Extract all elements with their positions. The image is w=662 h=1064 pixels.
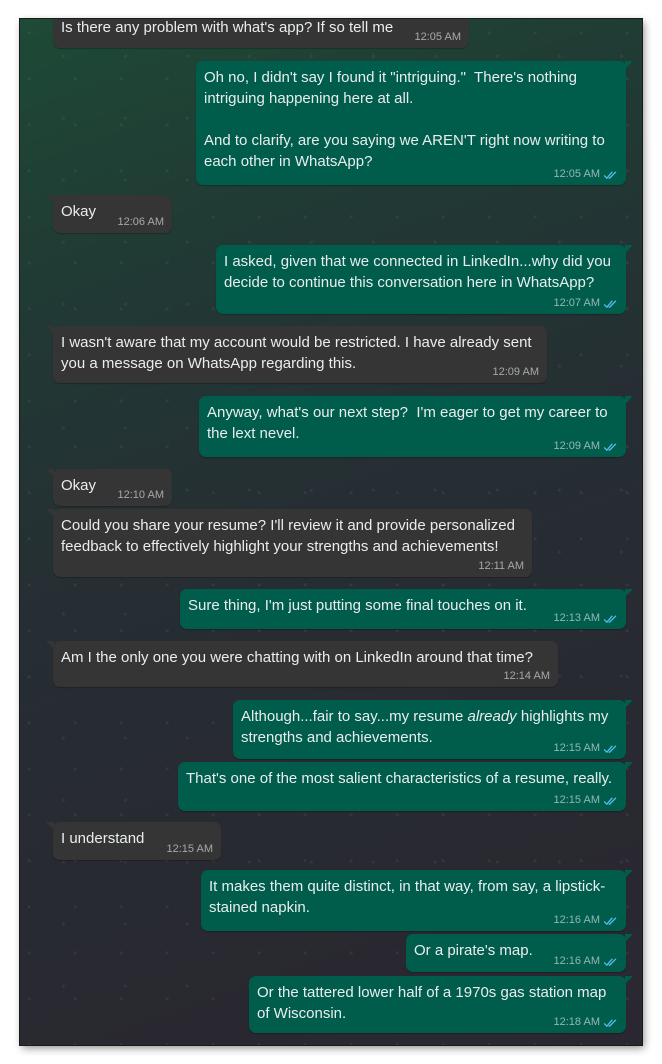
message-time: 12:16 AM: [553, 955, 600, 967]
emphasis-text: already: [467, 708, 517, 725]
double-check-icon: [603, 957, 617, 966]
message-outgoing[interactable]: I asked, given that we connected in Link…: [216, 245, 633, 314]
message-time: 12:18 AM: [553, 1016, 600, 1028]
message-time: 12:06 AM: [117, 216, 164, 228]
message-time: 12:10 AM: [117, 489, 164, 501]
message-incoming[interactable]: Could you share your resume? I'll review…: [46, 509, 532, 577]
message-outgoing[interactable]: Oh no, I didn't say I found it "intrigui…: [196, 61, 633, 185]
double-check-icon: [603, 614, 617, 623]
message-text: I wasn't aware that my account would be …: [61, 334, 536, 372]
message-time: 12:13 AM: [553, 612, 600, 624]
message-text: Is there any problem with what's app? If…: [61, 19, 394, 36]
message-time: 12:09 AM: [492, 366, 539, 378]
message-text: I asked, given that we connected in Link…: [224, 253, 616, 291]
message-outgoing[interactable]: That's one of the most salient character…: [178, 762, 633, 811]
message-time: 12:09 AM: [553, 440, 600, 452]
chat-window: Is there any problem with what's app? If…: [20, 19, 642, 1045]
double-check-icon: [603, 744, 617, 753]
double-check-icon: [603, 916, 617, 925]
message-time: 12:07 AM: [553, 297, 600, 309]
double-check-icon: [603, 299, 617, 308]
double-check-icon: [603, 442, 617, 451]
message-text: Oh no, I didn't say I found it "intrigui…: [204, 69, 605, 170]
double-check-icon: [603, 170, 617, 179]
message-incoming[interactable]: I understand 12:15 AM: [46, 822, 221, 860]
message-incoming[interactable]: Is there any problem with what's app? If…: [53, 19, 469, 48]
double-check-icon: [603, 796, 617, 805]
message-time: 12:16 AM: [553, 914, 600, 926]
message-outgoing[interactable]: Or the tattered lower half of a 1970s ga…: [249, 976, 633, 1033]
message-incoming[interactable]: Am I the only one you were chatting with…: [46, 641, 558, 687]
message-time: 12:15 AM: [553, 794, 600, 806]
message-outgoing[interactable]: Anyway, what's our next step? I'm eager …: [199, 396, 633, 457]
message-text: That's one of the most salient character…: [186, 770, 613, 787]
message-time: 12:11 AM: [478, 560, 524, 572]
message-outgoing[interactable]: Sure thing, I'm just putting some final …: [180, 589, 633, 629]
message-outgoing[interactable]: Or a pirate's map. 12:16 AM: [406, 934, 633, 972]
message-outgoing[interactable]: Although...fair to say...my resume alrea…: [233, 700, 633, 759]
message-text: It makes them quite distinct, in that wa…: [209, 878, 606, 916]
message-time: 12:15 AM: [166, 843, 213, 855]
message-incoming[interactable]: Okay 12:10 AM: [46, 469, 172, 506]
message-incoming[interactable]: I wasn't aware that my account would be …: [46, 326, 547, 383]
message-incoming[interactable]: Okay 12:06 AM: [46, 195, 172, 233]
message-time: 12:14 AM: [503, 670, 550, 682]
message-outgoing[interactable]: It makes them quite distinct, in that wa…: [201, 870, 633, 931]
message-time: 12:05 AM: [553, 168, 600, 180]
message-text: Am I the only one you were chatting with…: [61, 649, 533, 666]
double-check-icon: [603, 1018, 617, 1027]
message-time: 12:15 AM: [553, 742, 600, 754]
message-text: Anyway, what's our next step? I'm eager …: [207, 404, 612, 442]
message-time: 12:05 AM: [414, 31, 461, 43]
message-text: Could you share your resume? I'll review…: [61, 517, 520, 555]
